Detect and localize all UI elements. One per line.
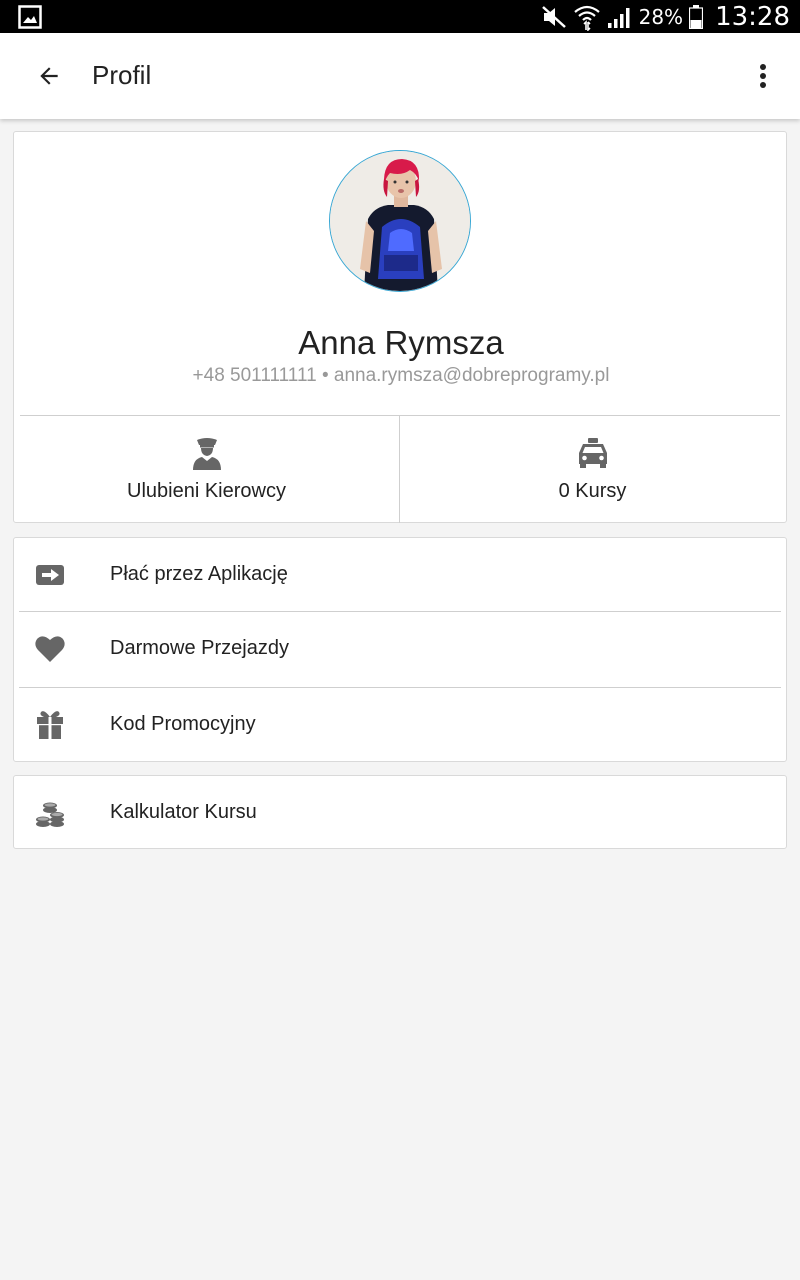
favorite-drivers-button[interactable]: Ulubieni Kierowcy [14, 416, 399, 523]
battery-percent: 28% [638, 4, 684, 29]
battery-icon [689, 4, 704, 29]
profile-card: Anna Rymsza +48 501111111 • anna.rymsza@… [13, 131, 787, 523]
heart-icon [35, 636, 65, 662]
free-rides-item[interactable]: Darmowe Przejazdy [14, 612, 786, 686]
payment-arrow-icon [36, 565, 64, 585]
promo-code-item[interactable]: Kod Promocyjny [14, 688, 786, 762]
status-bar: 28% 13:28 [0, 0, 800, 33]
user-contact: +48 501111111 • anna.rymsza@dobreprogram… [192, 365, 610, 386]
favorite-drivers-label: Ulubieni Kierowcy [127, 480, 286, 502]
wifi-icon [573, 5, 600, 31]
signal-icon [607, 7, 630, 28]
options-menu-card: Płać przez Aplikację Darmowe Przejazdy K… [13, 537, 787, 762]
gallery-icon [18, 5, 42, 29]
user-name: Anna Rymsza [298, 324, 504, 361]
status-icons: 28% 13:28 [541, 0, 790, 33]
rides-count-label: 0 Kursy [558, 480, 627, 502]
profile-photo [330, 151, 470, 291]
mute-icon [541, 5, 566, 28]
calculator-card: Kalkulator Kursu [13, 775, 787, 849]
back-button[interactable] [28, 55, 70, 97]
menu-item-label: Darmowe Przejazdy [110, 637, 289, 659]
taxi-icon [578, 438, 607, 468]
gift-icon [37, 711, 63, 739]
more-vert-icon [760, 64, 766, 88]
fare-calculator-item[interactable]: Kalkulator Kursu [14, 776, 786, 850]
coins-icon [36, 802, 64, 827]
menu-item-label: Kalkulator Kursu [110, 801, 257, 823]
overflow-menu-button[interactable] [748, 55, 778, 97]
pay-via-app-item[interactable]: Płać przez Aplikację [14, 538, 786, 612]
arrow-back-icon [40, 67, 58, 85]
menu-item-label: Kod Promocyjny [110, 713, 256, 735]
menu-item-label: Płać przez Aplikację [110, 563, 288, 585]
rides-count-button[interactable]: 0 Kursy [400, 416, 785, 523]
avatar[interactable] [329, 150, 471, 292]
driver-icon [192, 438, 221, 470]
clock: 13:28 [715, 1, 790, 32]
page-title: Profil [92, 60, 152, 90]
app-bar: Profil [0, 33, 800, 119]
